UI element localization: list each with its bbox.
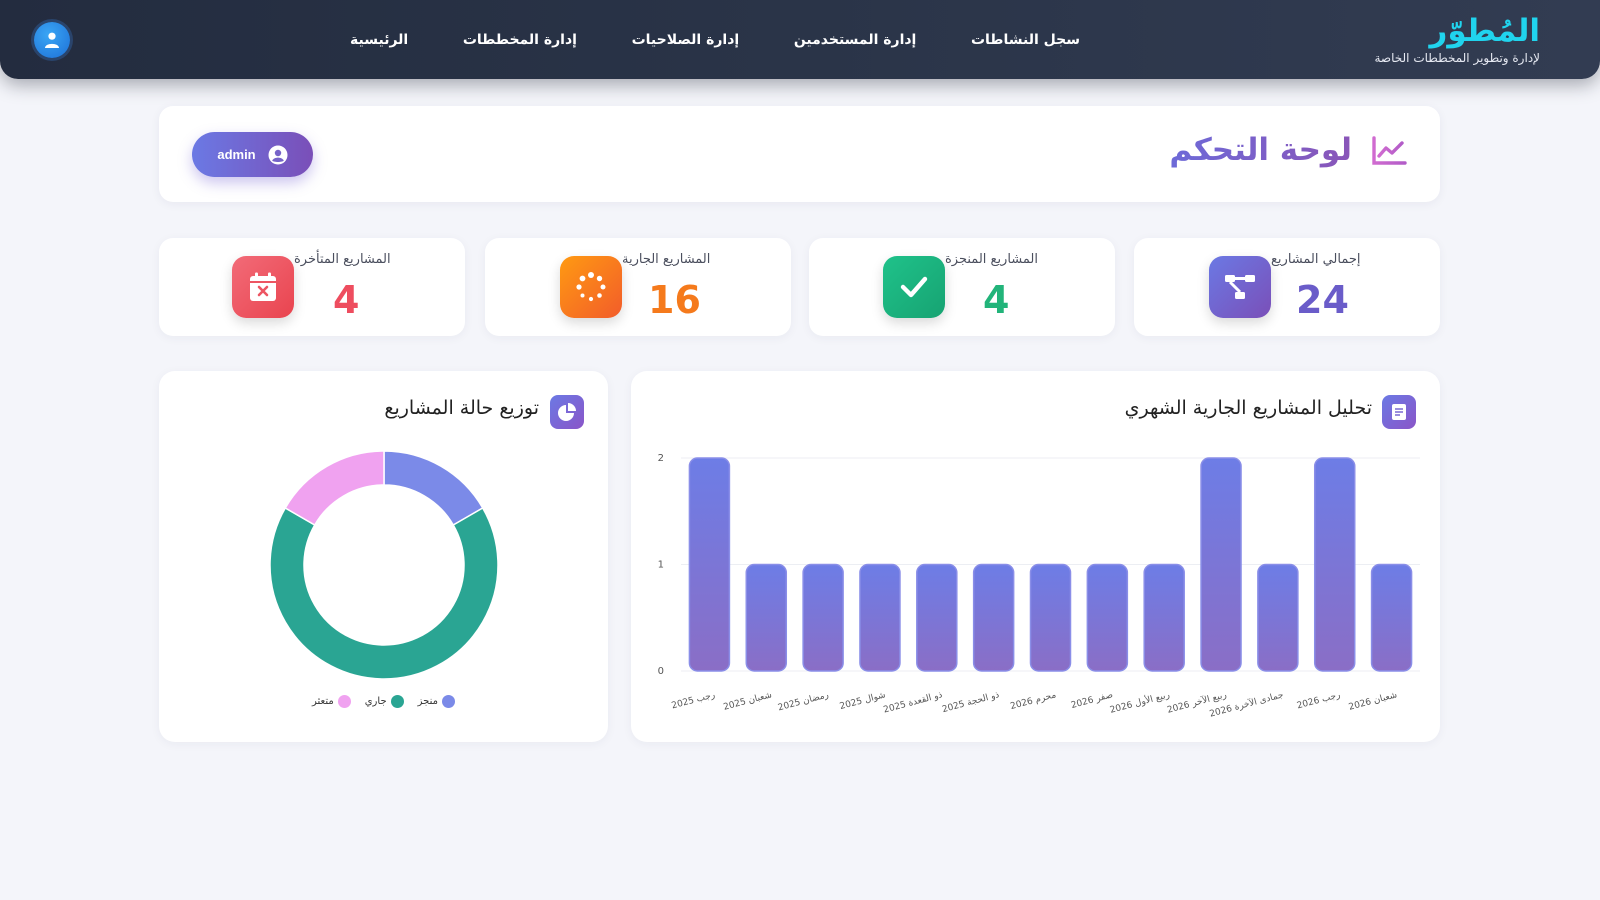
- bar[interactable]: [1200, 457, 1242, 672]
- chart-line-icon: [1372, 136, 1407, 165]
- donut-slice[interactable]: [269, 506, 499, 680]
- check-icon: [900, 276, 928, 298]
- stat-label: المشاريع المنجزة: [945, 252, 1038, 267]
- stat-icon-box: [1209, 256, 1271, 318]
- stat-label: إجمالي المشاريع: [1271, 252, 1361, 267]
- y-tick-label: 0: [658, 666, 664, 677]
- nav-item-activity-log[interactable]: سجل النشاطات: [971, 32, 1080, 48]
- donut-slice[interactable]: [383, 450, 484, 527]
- stat-value: 16: [648, 278, 701, 322]
- legend-item[interactable]: جاري: [365, 695, 404, 708]
- x-tick-label: رمضان 2025: [777, 690, 830, 713]
- top-navbar: المُطوّر لإدارة وتطوير المخططات الخاصة ا…: [0, 0, 1600, 79]
- x-tick-label: رجب 2025: [671, 690, 717, 711]
- calendar-times-icon: [250, 272, 276, 301]
- x-tick-label: شعبان 2026: [1348, 690, 1399, 713]
- legend-item[interactable]: متعثر: [312, 695, 351, 708]
- x-tick-label: شوال 2025: [839, 690, 887, 712]
- user-menu-button[interactable]: admin: [192, 132, 313, 177]
- brand-title: المُطوّر: [1429, 13, 1540, 49]
- x-tick-label: ربيع الأول 2026: [1108, 688, 1171, 716]
- nav-item-home[interactable]: الرئيسية: [350, 32, 408, 48]
- brand-subtitle: لإدارة وتطوير المخططات الخاصة: [1374, 51, 1540, 65]
- legend-swatch: [441, 695, 455, 708]
- stat-card-total-projects[interactable]: إجمالي المشاريع 24: [1134, 238, 1440, 336]
- y-tick-label: 2: [658, 453, 664, 464]
- y-tick-label: 1: [658, 560, 664, 571]
- status-distribution-card: توزيع حالة المشاريع: [159, 371, 608, 742]
- legend-swatch: [337, 695, 351, 708]
- bar[interactable]: [745, 563, 788, 672]
- bar[interactable]: [859, 563, 901, 672]
- spinner-icon: [576, 272, 606, 302]
- donut-legend: منجز جاري متعثر: [312, 695, 455, 708]
- bar[interactable]: [1086, 563, 1129, 672]
- donut-chart: [269, 450, 499, 680]
- x-tick-label: ذو القعدة 2025: [882, 690, 943, 715]
- stat-icon-box: [883, 256, 945, 318]
- bar[interactable]: [1370, 563, 1413, 672]
- stat-value: 24: [1296, 278, 1349, 322]
- bar[interactable]: [802, 563, 844, 672]
- legend-label: متعثر: [312, 696, 334, 707]
- bar[interactable]: [972, 563, 1015, 672]
- nav-item-users[interactable]: إدارة المستخدمين: [794, 32, 917, 48]
- stat-label: المشاريع الجارية: [622, 252, 711, 267]
- bar[interactable]: [1257, 563, 1299, 672]
- page-title: لوحة التحكم: [1169, 128, 1352, 172]
- bar[interactable]: [916, 563, 958, 672]
- x-tick-label: ذو الحجة 2025: [941, 690, 1000, 715]
- legend-swatch: [390, 695, 404, 708]
- bar-chart: 0 1 2 رجب 2025 شعبان 2025 رمضان 2025 شوال 2025…: [658, 453, 1420, 720]
- monthly-ongoing-chart-card: تحليل المشاريع الجارية الشهري 0 1 2 رجب 202…: [631, 371, 1440, 742]
- legend-item[interactable]: منجز: [418, 695, 455, 708]
- project-diagram-icon: [1225, 275, 1255, 299]
- legend-label: جاري: [364, 696, 387, 707]
- x-tick-label: شعبان 2025: [722, 690, 773, 713]
- x-tick-label: محرم 2026: [1009, 690, 1057, 712]
- user-circle-icon: [268, 145, 288, 164]
- x-tick-label: رجب 2026: [1296, 690, 1342, 711]
- stat-card-completed-projects[interactable]: المشاريع المنجزة 4: [809, 238, 1115, 336]
- user-avatar-button[interactable]: [34, 22, 70, 58]
- user-icon: [45, 32, 59, 48]
- stat-value: 4: [333, 278, 360, 322]
- bar[interactable]: [1313, 457, 1356, 672]
- stat-card-delayed-projects[interactable]: المشاريع المتأخرة 4: [159, 238, 465, 336]
- stat-icon-box: [560, 256, 622, 318]
- user-name: admin: [217, 147, 256, 162]
- brand[interactable]: المُطوّر لإدارة وتطوير المخططات الخاصة: [1374, 12, 1540, 66]
- x-tick-label: صفر 2026: [1070, 690, 1114, 711]
- bar[interactable]: [1029, 563, 1072, 672]
- dashboard-header: لوحة التحكم admin: [159, 106, 1440, 202]
- nav-item-plans[interactable]: إدارة المخططات: [463, 32, 577, 48]
- nav-item-permissions[interactable]: إدارة الصلاحيات: [632, 32, 740, 48]
- bar[interactable]: [1143, 563, 1185, 672]
- stat-card-ongoing-projects[interactable]: المشاريع الجارية 16: [485, 238, 791, 336]
- stat-label: المشاريع المتأخرة: [294, 252, 391, 267]
- nav-links: الرئيسية إدارة المخططات إدارة الصلاحيات …: [350, 28, 1080, 52]
- stat-value: 4: [983, 278, 1010, 322]
- bar[interactable]: [688, 457, 731, 672]
- stat-icon-box: [232, 256, 294, 318]
- legend-label: منجز: [417, 696, 438, 707]
- donut-slice[interactable]: [284, 450, 385, 527]
